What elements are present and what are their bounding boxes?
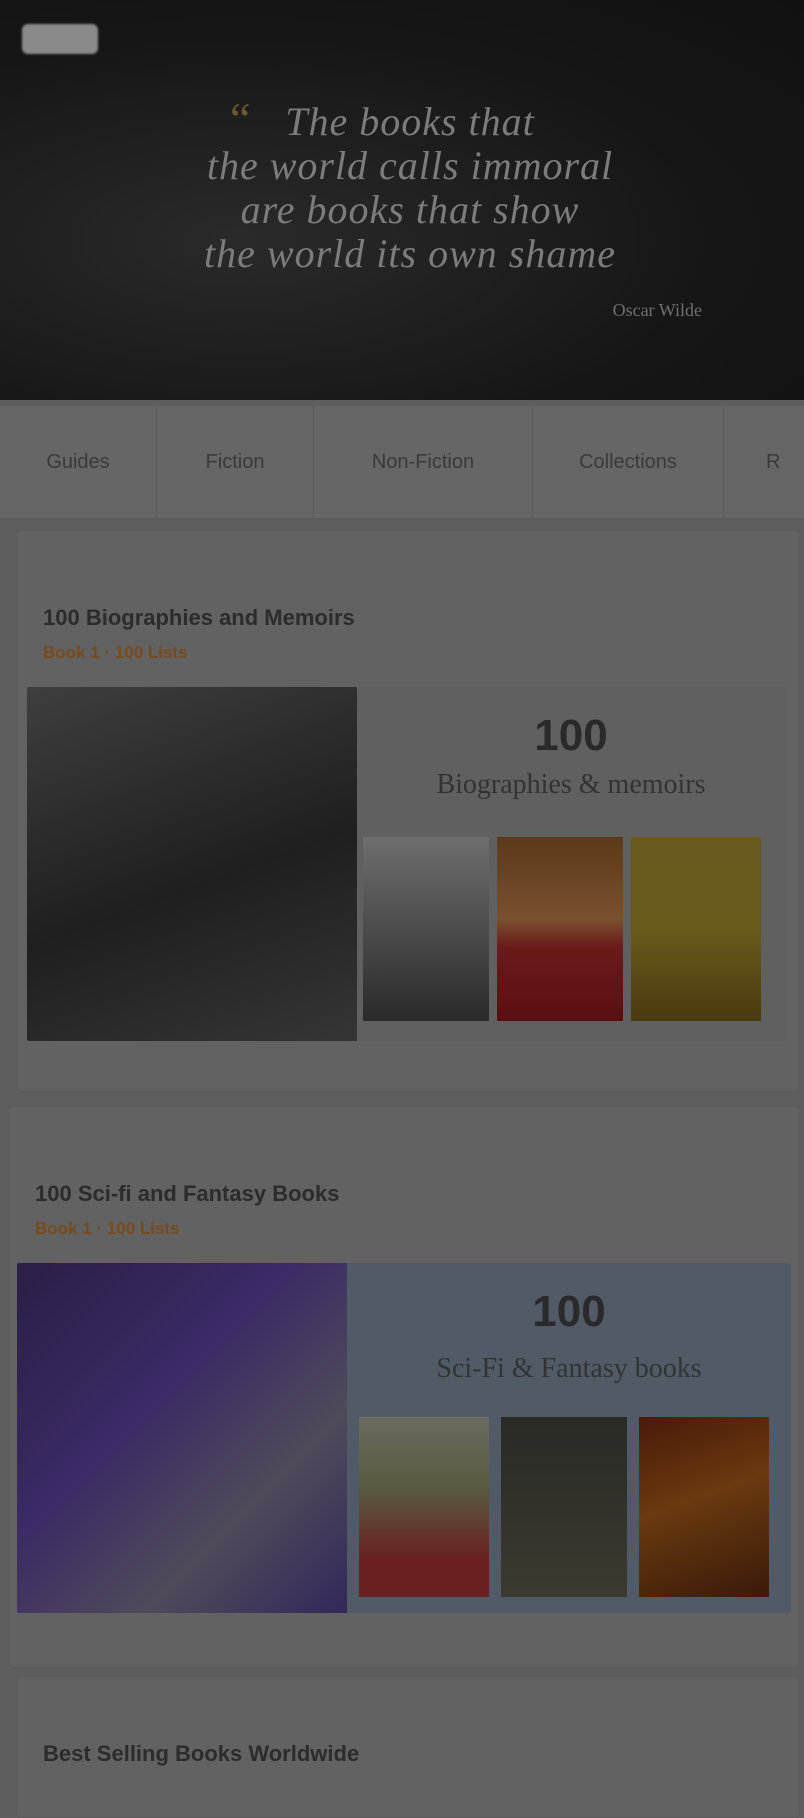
card-meta: Book 1 · 100 Lists <box>43 643 188 662</box>
banner-panel: 100 Sci-Fi & Fantasy books <box>347 1263 791 1613</box>
category-tabs: Guides Fiction Non-Fiction Collections R <box>0 406 804 519</box>
banner-label: Biographies & memoirs <box>436 769 706 800</box>
quote-line: The books that <box>285 99 535 144</box>
tab-guides[interactable]: Guides <box>0 406 157 518</box>
hero-section: “ The books that the world calls immoral… <box>0 0 804 400</box>
card-banner[interactable]: 100 Sci-Fi & Fantasy books <box>17 1263 791 1613</box>
book-cover <box>501 1417 627 1597</box>
banner-photo <box>27 687 357 1041</box>
card-title[interactable]: 100 Sci-fi and Fantasy Books <box>35 1181 339 1207</box>
book-cover <box>639 1417 769 1597</box>
book-cover <box>359 1417 489 1597</box>
tab-non-fiction[interactable]: Non-Fiction <box>314 406 533 518</box>
quote-attribution: Oscar Wilde <box>612 300 702 320</box>
book-cover <box>497 837 623 1021</box>
card-meta: Book 1 · 100 Lists <box>35 1219 180 1238</box>
hero-quote: The books that the world calls immoral a… <box>150 100 670 276</box>
banner-number: 100 <box>532 1287 606 1336</box>
card-title[interactable]: 100 Biographies and Memoirs <box>43 605 355 631</box>
list-card[interactable]: 100 Biographies and Memoirs Book 1 · 100… <box>16 530 800 1092</box>
banner-number: 100 <box>534 711 608 760</box>
banner-panel: 100 Biographies & memoirs <box>357 687 785 1041</box>
quote-line: are books that show <box>240 187 580 232</box>
book-cover <box>631 837 761 1021</box>
quote-line: the world its own shame <box>204 231 616 276</box>
quote-line: the world calls immoral <box>206 143 614 188</box>
banner-label: Sci-Fi & Fantasy books <box>436 1353 702 1384</box>
book-cover <box>363 837 489 1021</box>
tab-fiction[interactable]: Fiction <box>157 406 314 518</box>
list-card[interactable]: Best Selling Books Worldwide <box>16 1676 800 1818</box>
tab-collections[interactable]: Collections <box>533 406 724 518</box>
site-logo[interactable] <box>22 24 98 54</box>
card-title[interactable]: Best Selling Books Worldwide <box>43 1741 359 1767</box>
list-card[interactable]: 100 Sci-fi and Fantasy Books Book 1 · 10… <box>8 1106 800 1668</box>
card-banner[interactable]: 100 Biographies & memoirs <box>27 687 785 1041</box>
banner-photo <box>17 1263 347 1613</box>
tab-more[interactable]: R <box>724 406 804 518</box>
